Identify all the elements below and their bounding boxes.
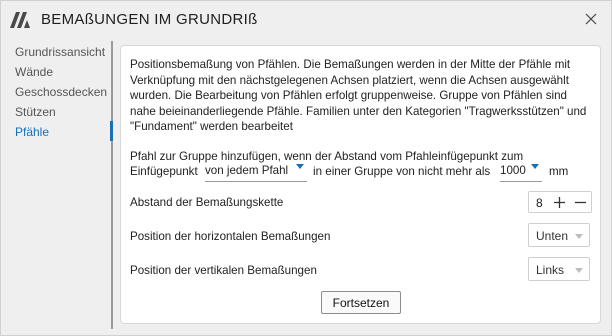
vertical-position-label: Position der vertikalen Bemaßungen <box>130 264 317 277</box>
sidebar-item-pfaehle[interactable]: Pfähle <box>15 125 49 139</box>
settings-panel: Positionsbemaßung von Pfählen. Die Bemaß… <box>120 45 601 324</box>
continue-button[interactable]: Fortsetzen <box>321 291 401 314</box>
sidebar-divider <box>111 41 113 329</box>
window-title: BEMAßUNGEN IM GRUNDRIß <box>41 11 258 28</box>
vertical-position-value: Links <box>536 263 565 277</box>
dialog-window: BEMAßUNGEN IM GRUNDRIß Grundrissansicht … <box>0 0 612 336</box>
horizontal-position-value: Unten <box>536 229 569 243</box>
minus-icon <box>574 201 586 203</box>
group-rule-text: Pfahl zur Gruppe hinzufügen, wenn der Ab… <box>130 150 524 163</box>
chain-distance-stepper[interactable]: 8 <box>528 191 592 213</box>
chain-distance-value: 8 <box>536 196 543 210</box>
group-distance-value: 1000 <box>500 164 526 177</box>
horizontal-position-select[interactable]: Unten <box>528 223 590 247</box>
plus-icon <box>553 196 565 208</box>
chain-distance-label: Abstand der Bemaßungskette <box>130 196 284 209</box>
sidebar-item-geschossdecken[interactable]: Geschossdecken <box>15 85 107 99</box>
group-reference-value: von jedem Pfahl <box>205 164 289 177</box>
chevron-down-icon <box>296 164 304 169</box>
distance-unit: mm <box>549 165 569 178</box>
group-rule-prefix: Einfügepunkt <box>130 165 198 178</box>
group-distance-dropdown[interactable]: 1000 <box>500 164 542 182</box>
increment-button[interactable] <box>550 193 568 211</box>
chevron-down-icon <box>531 164 539 169</box>
close-button[interactable] <box>579 7 603 31</box>
app-logo-icon <box>10 12 30 28</box>
group-rule-middle: in einer Gruppe von nicht mehr als <box>313 165 491 178</box>
decrement-button[interactable] <box>571 193 589 211</box>
sidebar-item-stuetzen[interactable]: Stützen <box>15 105 56 119</box>
sidebar-active-indicator <box>110 121 113 141</box>
chevron-down-icon <box>575 268 583 273</box>
group-reference-dropdown[interactable]: von jedem Pfahl <box>205 164 307 182</box>
title-bar: BEMAßUNGEN IM GRUNDRIß <box>1 1 611 37</box>
sidebar: Grundrissansicht Wände Geschossdecken St… <box>1 41 113 329</box>
sidebar-item-grundrissansicht[interactable]: Grundrissansicht <box>15 45 105 59</box>
horizontal-position-label: Position der horizontalen Bemaßungen <box>130 230 331 243</box>
chevron-down-icon <box>575 234 583 239</box>
description-text: Positionsbemaßung von Pfählen. Die Bemaß… <box>130 58 587 133</box>
vertical-position-select[interactable]: Links <box>528 257 590 281</box>
sidebar-item-waende[interactable]: Wände <box>15 65 53 79</box>
close-icon <box>585 13 597 25</box>
